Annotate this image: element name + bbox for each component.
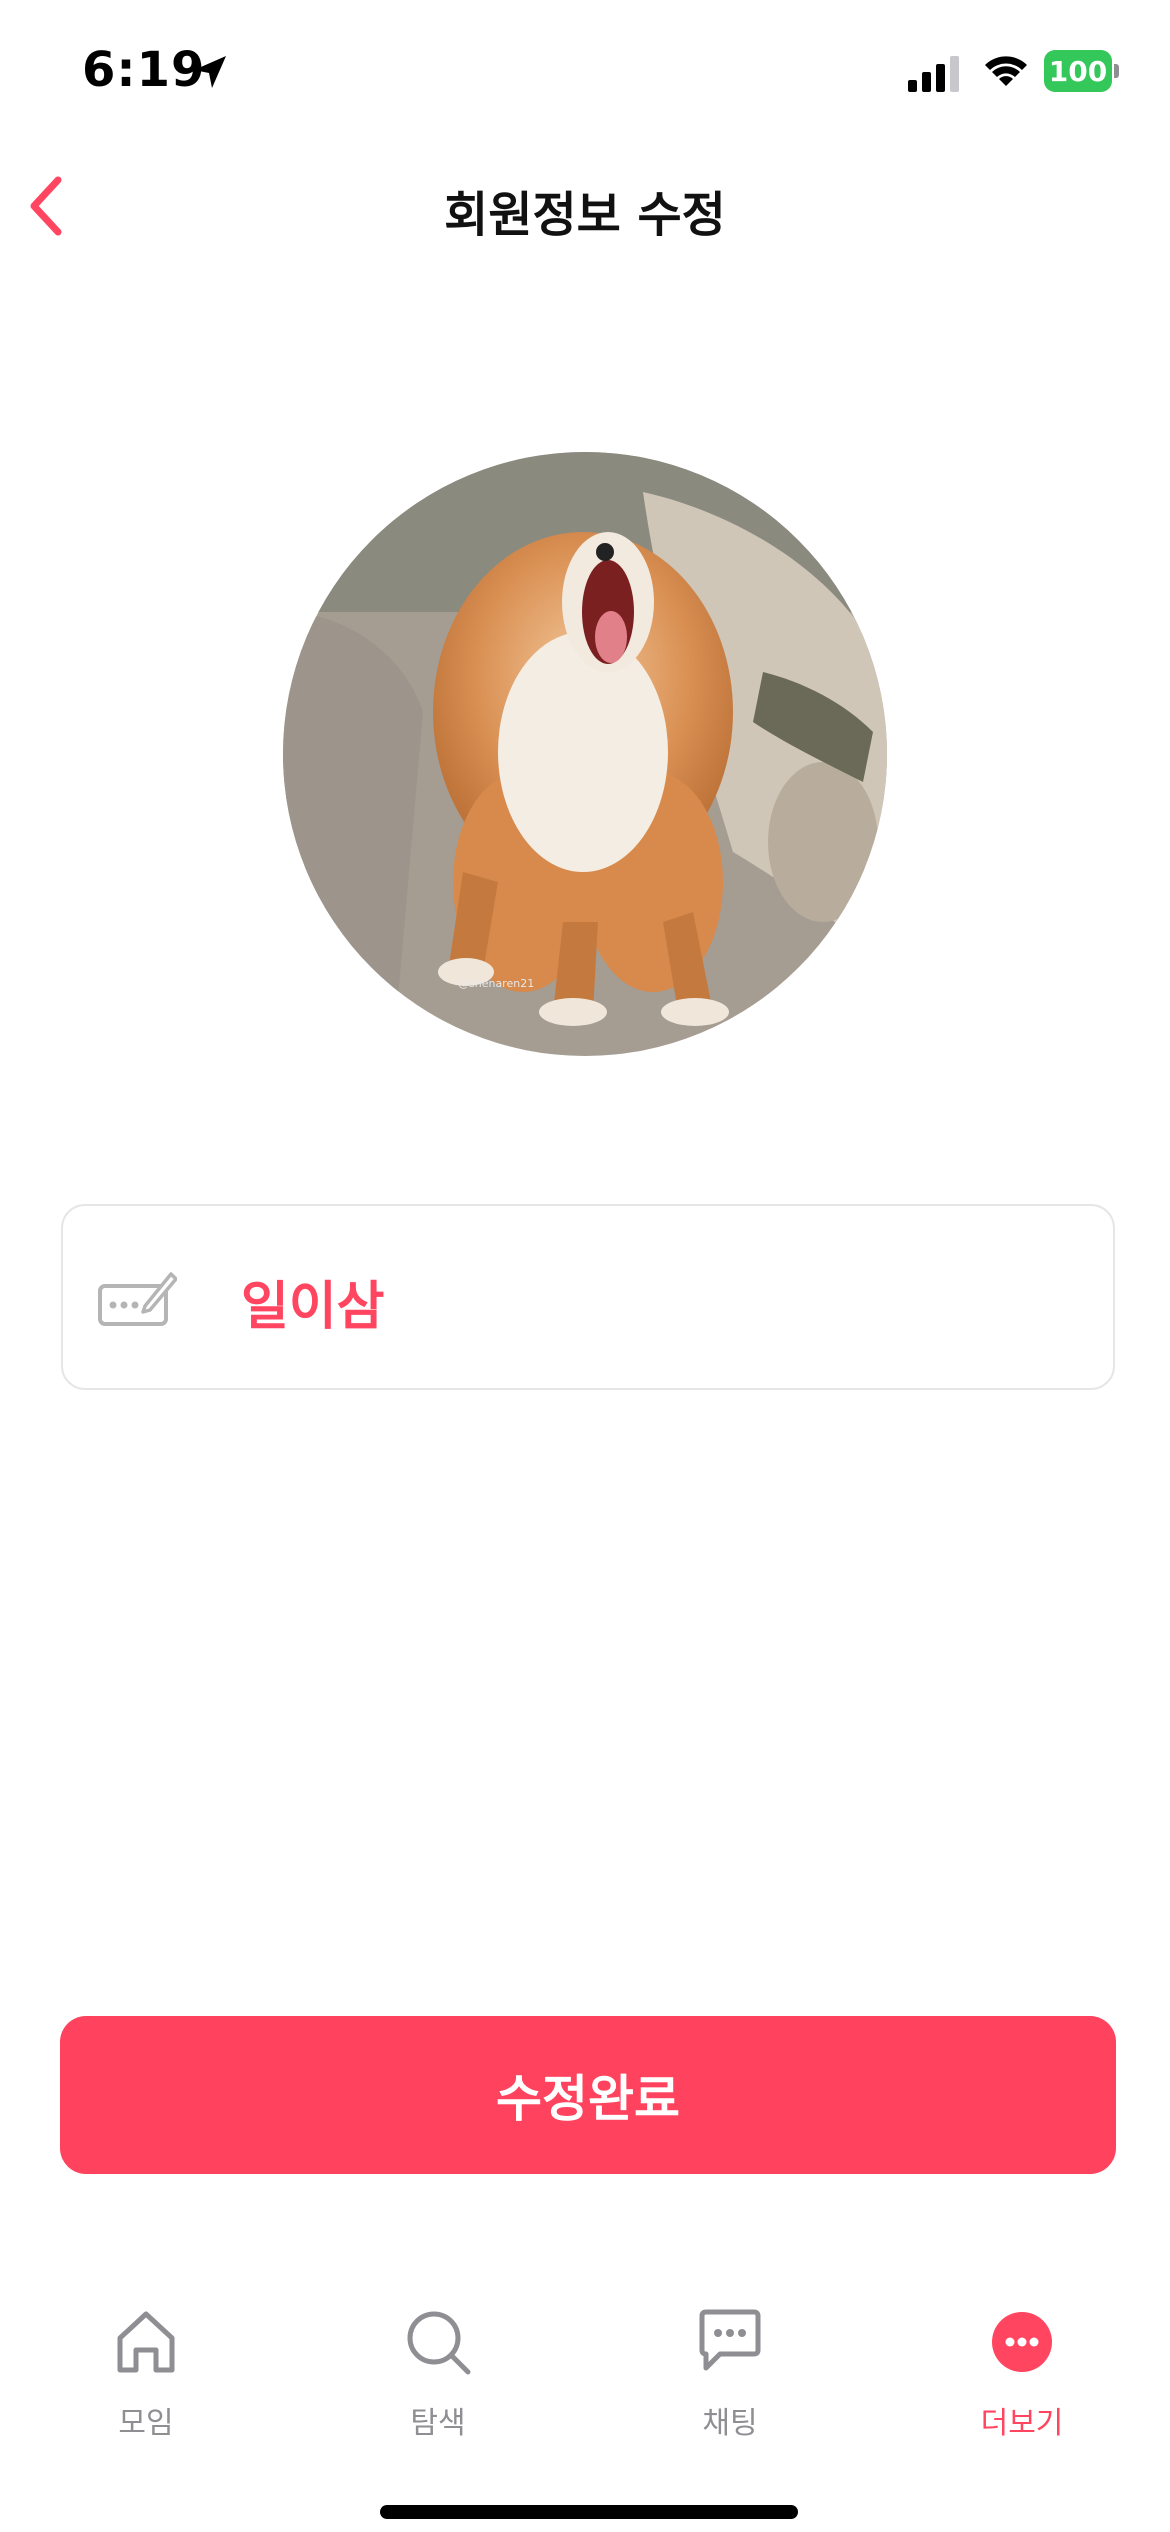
tab-home[interactable]: 모임	[46, 2306, 246, 2446]
nickname-value: 일이삼	[241, 1277, 385, 1337]
location-arrow-icon	[194, 56, 226, 88]
tab-chat-label: 채팅	[702, 2406, 758, 2441]
search-icon	[407, 2311, 471, 2375]
submit-button[interactable]: 수정완료	[60, 2016, 1116, 2174]
nickname-field[interactable]: 일이삼	[61, 1204, 1115, 1390]
submit-button-label: 수정완료	[496, 2070, 680, 2128]
tab-more[interactable]: 더보기	[922, 2306, 1122, 2446]
tab-home-label: 모임	[118, 2406, 174, 2441]
more-icon	[992, 2312, 1052, 2372]
tab-search-label: 탐색	[410, 2406, 466, 2441]
svg-text:@shenaren21: @shenaren21	[458, 977, 534, 990]
cellular-signal-icon	[908, 56, 959, 92]
chat-bubble-icon	[699, 2309, 761, 2371]
battery-level: 100	[1044, 50, 1112, 92]
battery-icon: 100	[1044, 50, 1119, 92]
profile-avatar[interactable]: @shenaren21	[283, 452, 887, 1056]
profile-photo-fox: @shenaren21	[283, 452, 887, 1056]
edit-profile-screen: 6:19 100 회원정보 수정 @shenaren21 일이삼 수정완료 모임…	[0, 0, 1170, 2532]
tab-more-label: 더보기	[980, 2406, 1064, 2441]
edit-name-icon	[98, 1272, 177, 1326]
status-time: 6:19	[82, 42, 206, 98]
tab-chat[interactable]: 채팅	[630, 2306, 830, 2446]
page-title: 회원정보 수정	[444, 187, 726, 243]
wifi-icon	[985, 56, 1027, 86]
home-icon	[117, 2311, 175, 2373]
battery-cap	[1114, 64, 1119, 78]
tab-search[interactable]: 탐색	[338, 2306, 538, 2446]
home-indicator[interactable]	[380, 2505, 798, 2519]
